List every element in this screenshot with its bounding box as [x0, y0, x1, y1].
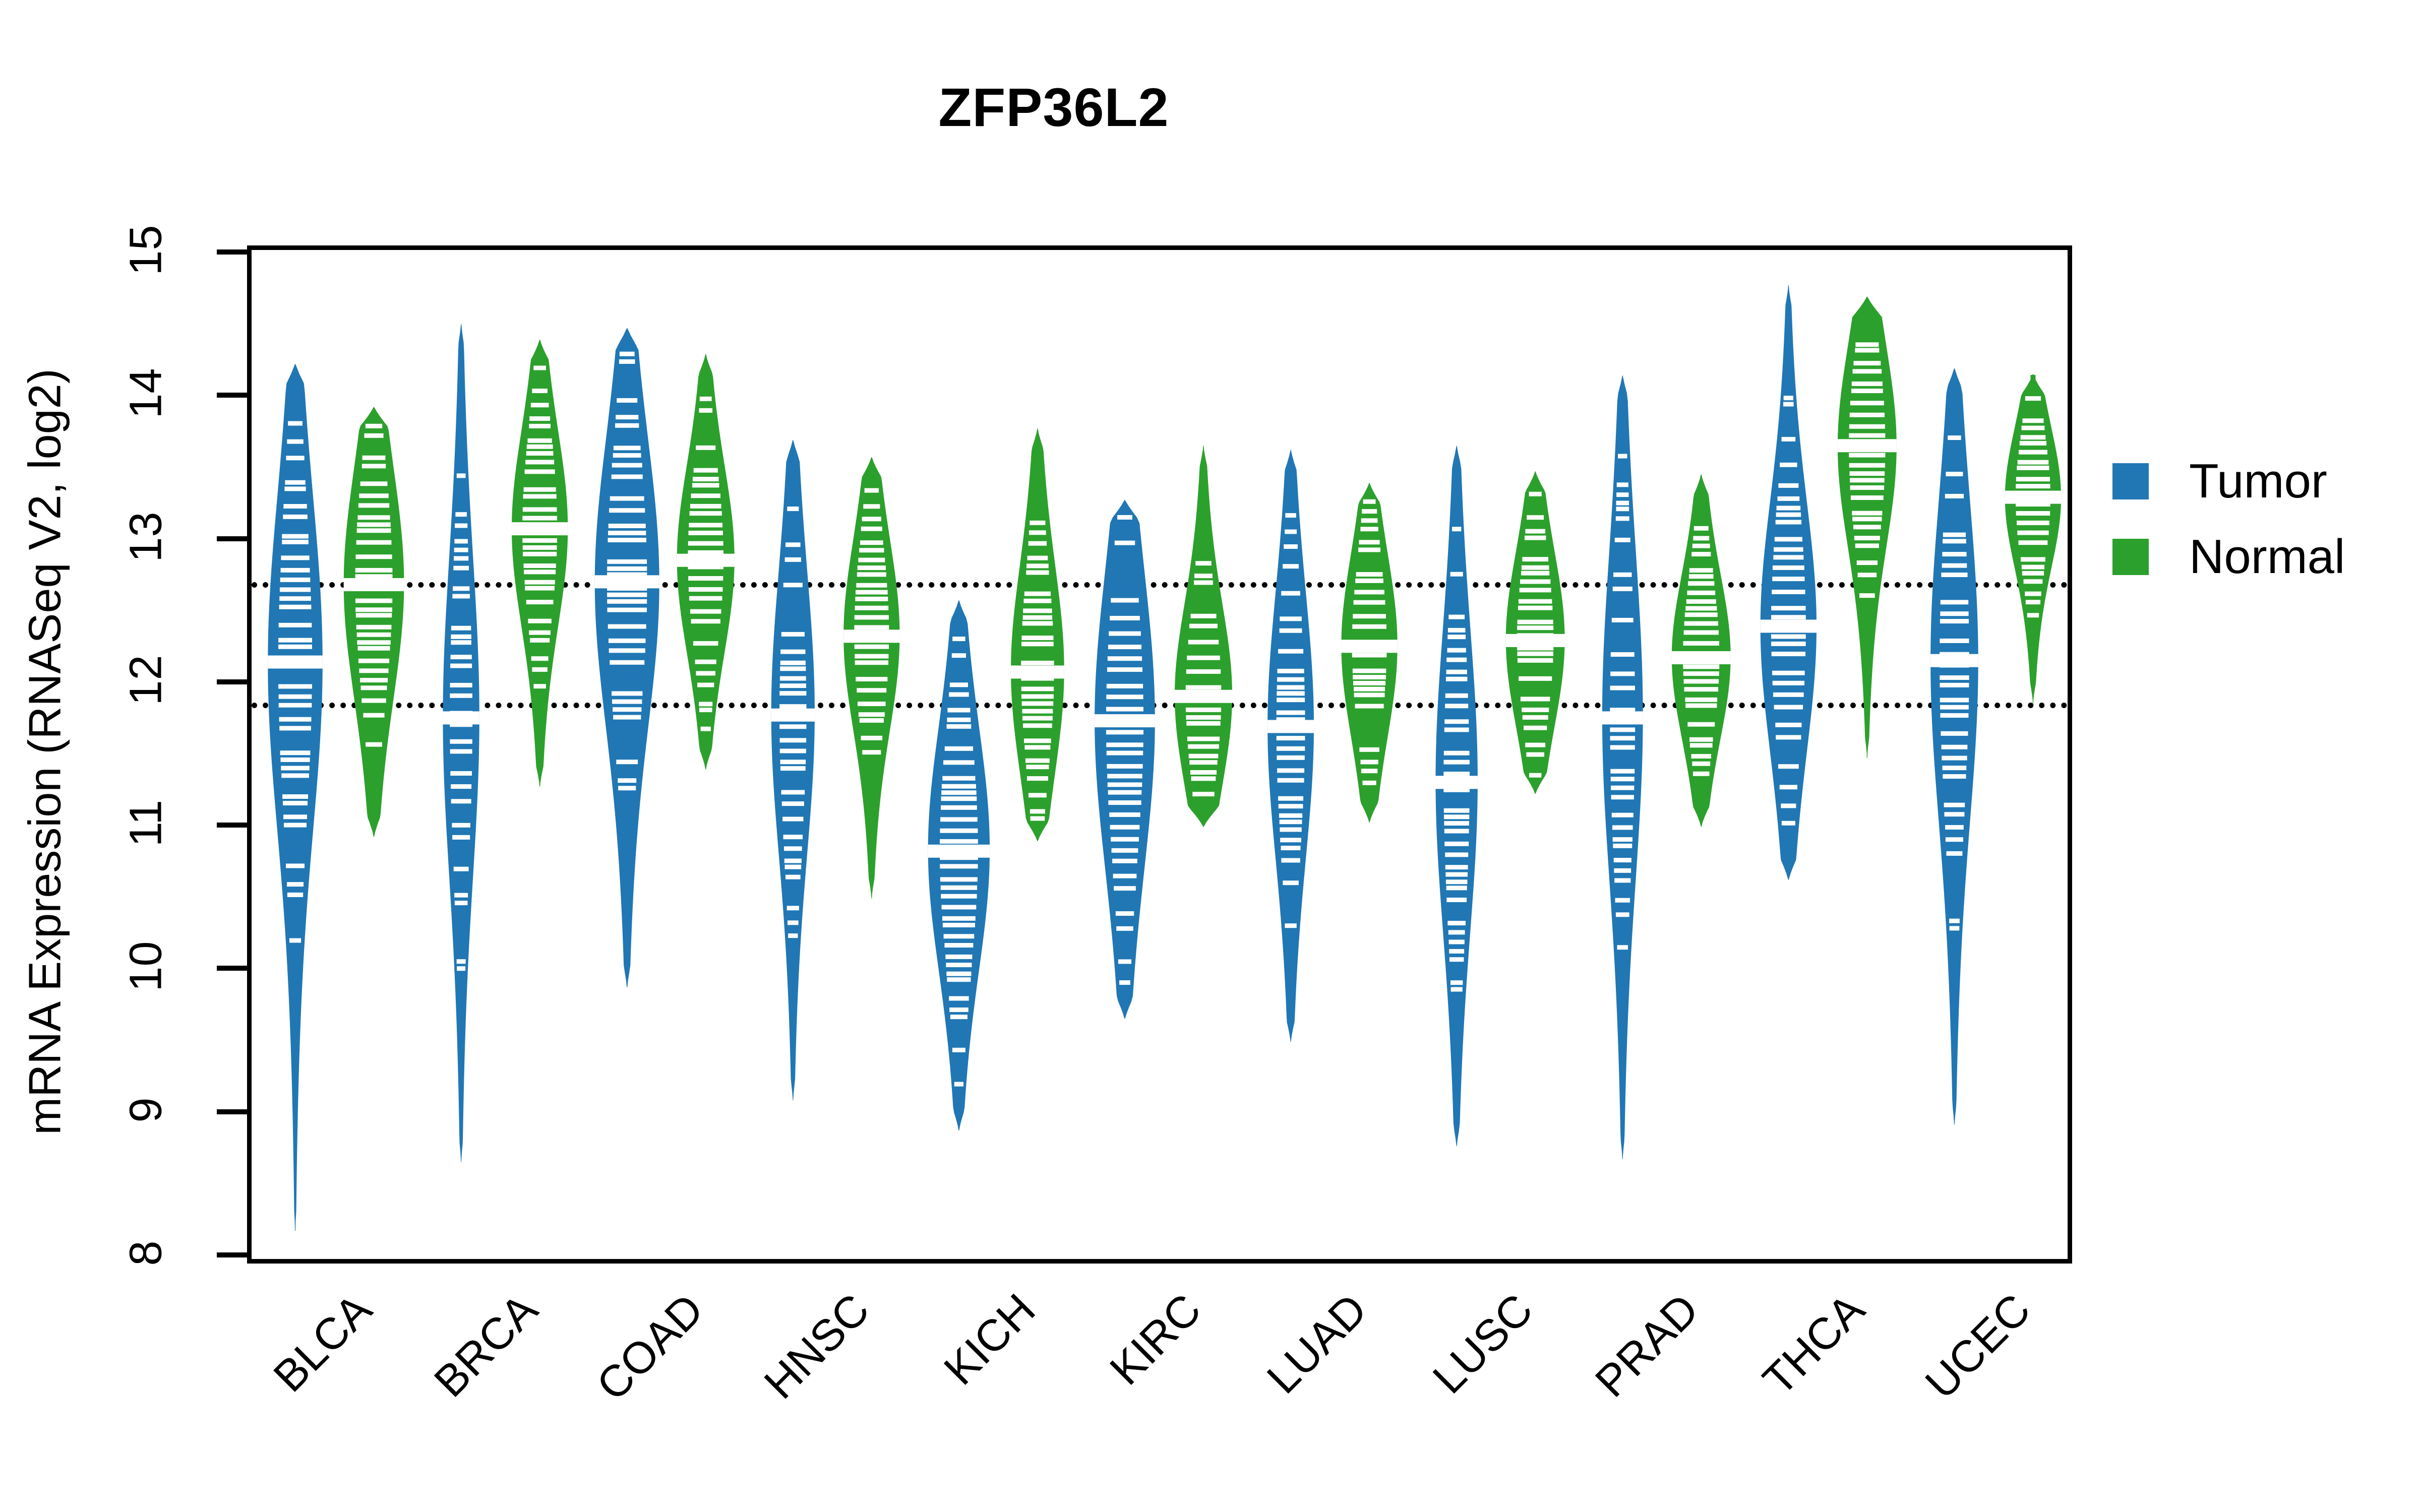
- y-axis-tick-label: 10: [120, 941, 171, 992]
- y-axis-tick-mark: [217, 823, 247, 828]
- chart-root: ZFP36L2 mRNA Expression (RNASeq V2, log2…: [0, 0, 2420, 1512]
- x-axis-tick-label-luad: LUAD: [1257, 1284, 1376, 1403]
- y-axis-tick-mark: [217, 1252, 247, 1257]
- y-axis-tick-mark: [217, 1109, 247, 1114]
- y-axis-tick-mark: [217, 536, 247, 541]
- y-axis-tick-label: 14: [120, 368, 171, 419]
- page-title: ZFP36L2: [938, 77, 1169, 138]
- y-axis-tick-mark: [217, 249, 247, 255]
- x-axis-tick-label-kirc: KIRC: [1100, 1284, 1211, 1395]
- y-axis-title: mRNA Expression (RNASeq V2, log2): [20, 368, 71, 1135]
- x-axis-tick-label-brca: BRCA: [424, 1284, 547, 1407]
- violin-normal-ucec: [252, 250, 2068, 1259]
- y-axis-tick-label: 12: [120, 655, 171, 706]
- legend-item-tumor[interactable]: Tumor: [2112, 444, 2395, 519]
- legend-swatch-tumor-icon: [2112, 463, 2149, 499]
- y-axis-tick-label: 8: [120, 1240, 171, 1266]
- x-axis-tick-label-coad: COAD: [586, 1284, 713, 1410]
- y-axis-tick-label: 15: [120, 225, 171, 276]
- y-axis-tick-mark: [217, 679, 247, 684]
- legend-swatch-normal-icon: [2112, 539, 2149, 575]
- x-axis-tick-label-kich: KICH: [934, 1284, 1045, 1395]
- x-axis-tick-label-hnsc: HNSC: [754, 1284, 879, 1409]
- legend-item-normal[interactable]: Normal: [2112, 519, 2395, 595]
- x-axis-tick-label-prad: PRAD: [1586, 1284, 1708, 1407]
- y-axis-tick-label: 9: [120, 1097, 171, 1123]
- legend: Tumor Normal: [2112, 444, 2395, 595]
- y-axis-tick-mark: [217, 393, 247, 398]
- plot-area: [247, 245, 2072, 1264]
- legend-label: Normal: [2189, 530, 2345, 584]
- y-axis-tick-label: 11: [120, 799, 171, 847]
- plot-inner: [252, 250, 2068, 1259]
- y-axis-tick-label: 13: [120, 512, 171, 562]
- x-axis-tick-label-thca: THCA: [1753, 1284, 1874, 1405]
- x-axis-tick-label-ucec: UCEC: [1915, 1284, 2040, 1409]
- y-axis-tick-mark: [217, 966, 247, 971]
- x-axis-tick-label-blca: BLCA: [263, 1284, 381, 1402]
- legend-label: Tumor: [2189, 454, 2327, 508]
- x-axis-tick-label-lusc: LUSC: [1423, 1284, 1542, 1403]
